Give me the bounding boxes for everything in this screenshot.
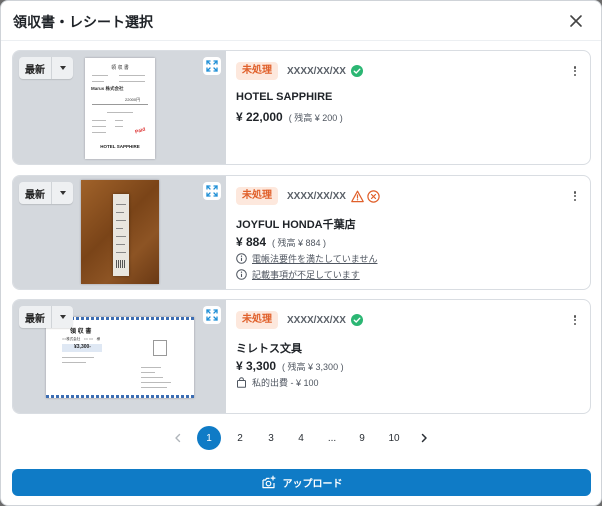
receipt-info: 未処理 XXXX/XX/XX HOTEL SAPPHIRE ¥ 22,000 (… — [236, 51, 590, 164]
sort-label: 最新 — [25, 189, 45, 201]
page-button-1[interactable]: 1 — [197, 426, 221, 450]
receipt-amount: ¥ 22,000 — [236, 110, 283, 124]
chevron-down-icon[interactable] — [51, 57, 73, 79]
receipt-card[interactable]: 領 収 書 Marus 株式会社 22000円 Paid HOTEL SAPPH… — [12, 50, 591, 165]
remaining-balance: ( 残高 ¥ 884 ) — [272, 238, 327, 248]
page-button-2[interactable]: 2 — [233, 426, 247, 450]
page-button-9[interactable]: 9 — [355, 426, 369, 450]
store-name: JOYFUL HONDA千葉店 — [236, 219, 356, 231]
more-options-icon[interactable] — [568, 64, 582, 78]
more-options-icon[interactable] — [568, 313, 582, 327]
check-circle-icon — [350, 65, 363, 77]
receipt-amount: ¥ 3,300 — [236, 359, 277, 373]
receipt-hotel-name: HOTEL SAPPHIRE — [100, 144, 140, 149]
receipt-select-dialog: 領収書・レシート選択 領 収 書 Marus 株式会社 22000円 Paid … — [0, 0, 602, 506]
sort-label: 最新 — [25, 313, 45, 325]
private-expense-text: 私的出費 - ¥ 100 — [252, 378, 319, 388]
status-badge: 未処理 — [236, 62, 278, 80]
status-badge: 未処理 — [236, 187, 278, 205]
chevron-down-icon[interactable] — [51, 182, 73, 204]
page-button-10[interactable]: 10 — [385, 426, 403, 450]
error-circle-icon — [367, 189, 380, 203]
add-photo-icon — [261, 475, 275, 489]
info-icon — [236, 253, 247, 264]
validation-note-text[interactable]: 電帳法要件を満たしていません — [252, 252, 377, 265]
chevron-down-icon[interactable] — [51, 306, 73, 328]
pagination: 1 2 3 4 ... 9 10 — [1, 426, 602, 450]
receipt-addressee: ○○株式会社 ○○ ○○ 様 — [62, 337, 101, 341]
check-circle-icon — [350, 314, 363, 326]
sort-label: 最新 — [25, 64, 45, 76]
prev-page-icon[interactable] — [171, 426, 185, 450]
receipt-info: 未処理 XXXX/XX/XX ミレトス文具 ¥ 3,300 ( 残高 ¥ 3,3… — [236, 300, 590, 413]
receipt-date: XXXX/XX/XX — [287, 314, 346, 326]
receipt-image[interactable]: 領 収 書 Marus 株式会社 22000円 Paid HOTEL SAPPH… — [85, 58, 155, 159]
receipt-heading: 領 収 書 — [70, 329, 92, 335]
page-button-3[interactable]: 3 — [264, 426, 278, 450]
next-page-icon[interactable] — [417, 426, 431, 450]
receipt-thumbnail-area: 最新 — [13, 176, 226, 289]
dialog-title: 領収書・レシート選択 — [13, 14, 153, 30]
validation-note[interactable]: 記載事項が不足しています — [236, 268, 360, 281]
remaining-balance: ( 残高 ¥ 200 ) — [288, 113, 343, 123]
receipt-card[interactable]: 最新 未処理 XXXX/XX/XX JOYFUL HONDA千葉店 ¥ 884 … — [12, 175, 591, 290]
receipt-image[interactable]: 領 収 書 ○○株式会社 ○○ ○○ 様 ¥3,300- — [46, 317, 194, 398]
sort-dropdown[interactable]: 最新 — [19, 306, 73, 328]
receipt-amount: ¥ 884 — [236, 235, 267, 249]
expand-icon[interactable] — [203, 182, 221, 200]
private-expense-note: 私的出費 - ¥ 100 — [236, 376, 319, 389]
expand-icon[interactable] — [203, 57, 221, 75]
dialog-header: 領収書・レシート選択 — [1, 1, 601, 41]
warning-icon — [351, 190, 364, 202]
store-name: ミレトス文具 — [236, 343, 302, 355]
upload-label: アップロード — [282, 479, 343, 490]
sort-dropdown[interactable]: 最新 — [19, 182, 73, 204]
page-ellipsis: ... — [327, 432, 337, 444]
close-icon[interactable] — [566, 11, 586, 31]
receipt-heading: 領 収 書 — [111, 65, 129, 71]
page-button-4[interactable]: 4 — [294, 426, 308, 450]
receipt-stamp: Paid — [134, 126, 147, 136]
receipt-card[interactable]: 領 収 書 ○○株式会社 ○○ ○○ 様 ¥3,300- 最新 未処理 XXXX… — [12, 299, 591, 414]
shopping-bag-icon — [237, 377, 246, 388]
more-options-icon[interactable] — [568, 189, 582, 203]
store-name: HOTEL SAPPHIRE — [236, 91, 333, 103]
receipt-thumbnail-area: 領 収 書 ○○株式会社 ○○ ○○ 様 ¥3,300- 最新 — [13, 300, 226, 413]
info-icon — [236, 269, 247, 280]
status-badge: 未処理 — [236, 311, 278, 329]
upload-button[interactable]: アップロード — [12, 469, 591, 496]
receipt-date: XXXX/XX/XX — [287, 190, 346, 202]
sort-dropdown[interactable]: 最新 — [19, 57, 73, 79]
receipt-company: Marus 株式会社 — [91, 86, 124, 91]
receipt-info: 未処理 XXXX/XX/XX JOYFUL HONDA千葉店 ¥ 884 ( 残… — [236, 176, 590, 289]
receipt-photo[interactable] — [81, 180, 159, 284]
validation-note-text[interactable]: 記載事項が不足しています — [252, 268, 360, 281]
expand-icon[interactable] — [203, 306, 221, 324]
receipt-amount-label: ¥3,300- — [74, 344, 91, 350]
receipt-amount: 22000円 — [125, 97, 141, 102]
remaining-balance: ( 残高 ¥ 3,300 ) — [282, 362, 344, 372]
validation-note[interactable]: 電帳法要件を満たしていません — [236, 252, 377, 265]
receipt-thumbnail-area: 領 収 書 Marus 株式会社 22000円 Paid HOTEL SAPPH… — [13, 51, 226, 164]
receipt-date: XXXX/XX/XX — [287, 65, 346, 77]
